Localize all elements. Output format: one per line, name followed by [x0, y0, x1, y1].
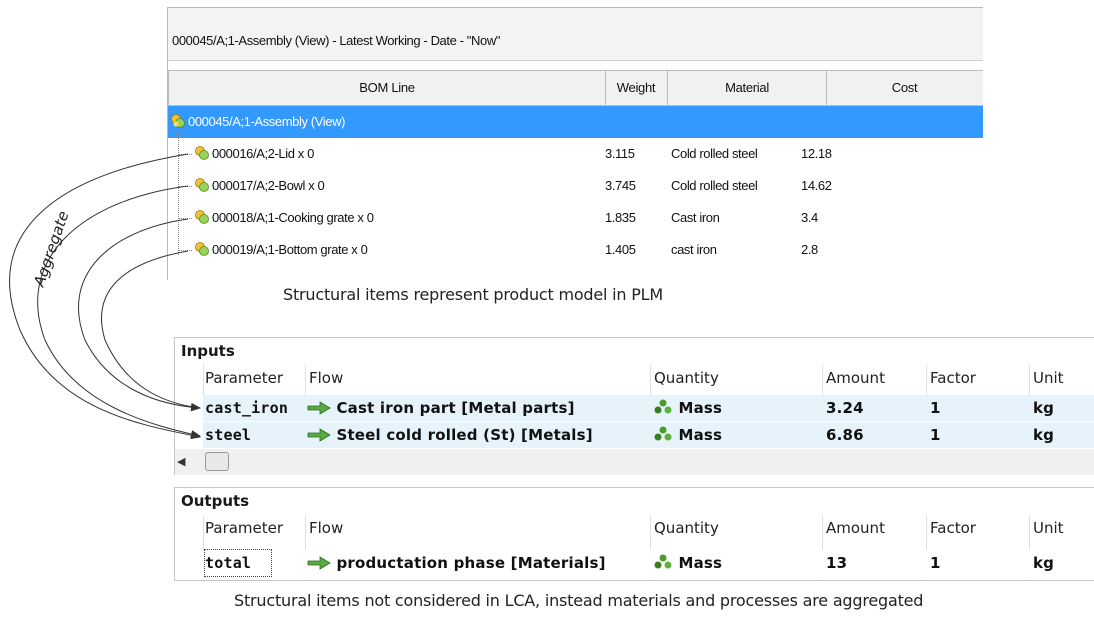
aggregate-arrow-bottom-grate: [101, 250, 201, 411]
aggregate-arrow-cooking-grate: [78, 218, 201, 412]
aggregate-arrows: [9, 153, 201, 440]
